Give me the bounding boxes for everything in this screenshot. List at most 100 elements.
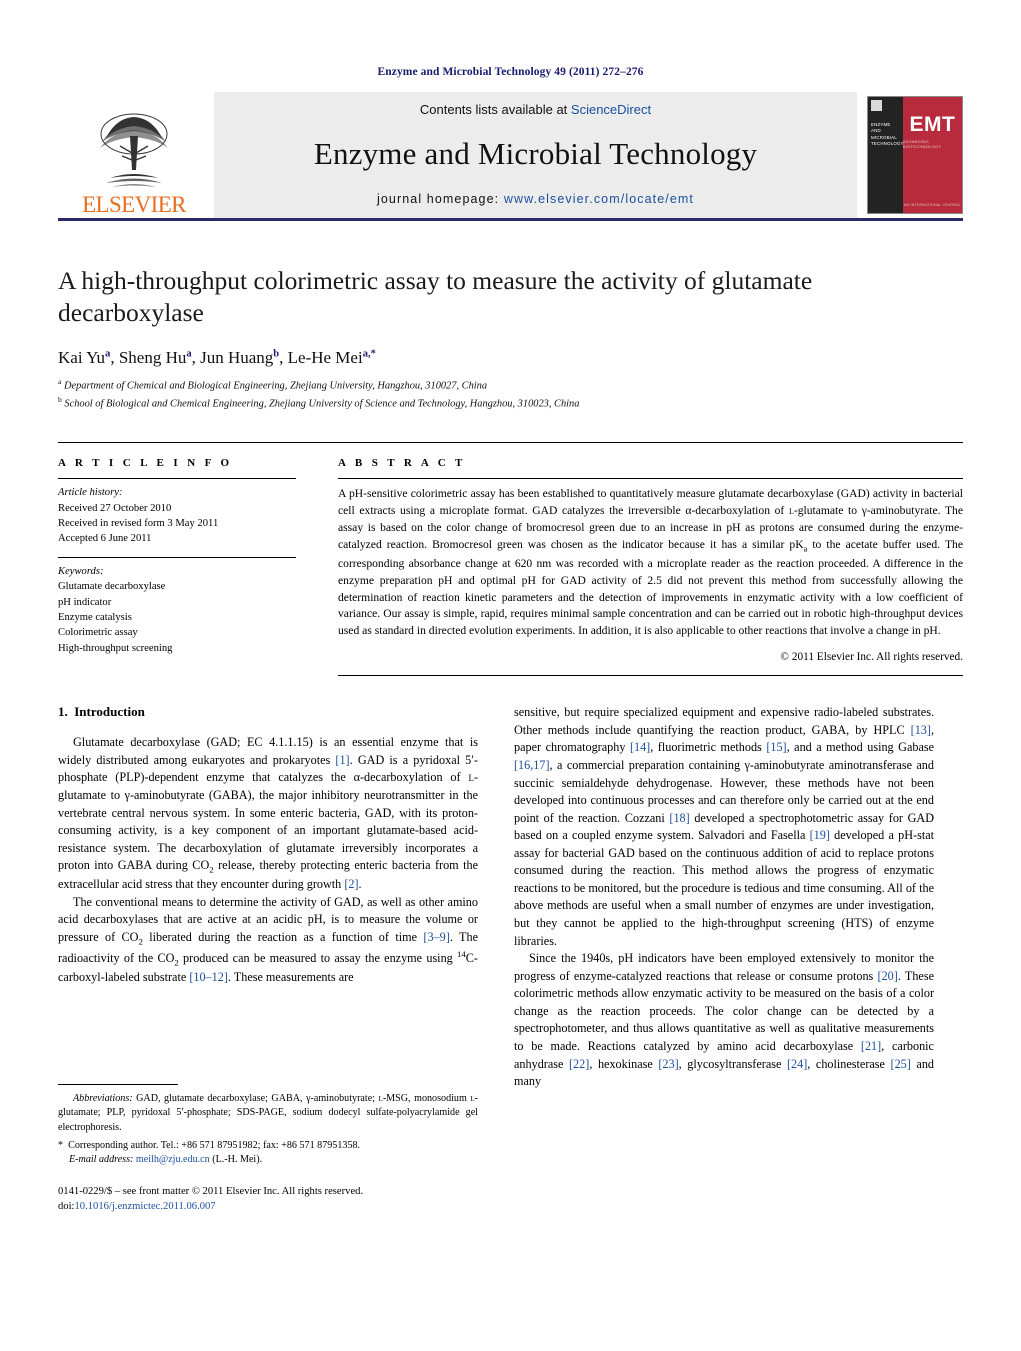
section-title: Introduction: [74, 704, 145, 720]
journal-title: Enzyme and Microbial Technology: [313, 136, 758, 172]
divider: [338, 675, 963, 677]
keyword-item: Colorimetric assay: [58, 627, 138, 639]
author-name: Sheng Hu: [118, 348, 187, 368]
author-list: Kai Yua, Sheng Hua, Jun Huangb, Le-He Me…: [58, 348, 376, 368]
contents-available-line: Contents lists available at ScienceDirec…: [420, 102, 651, 117]
cover-spine-text: ENZYME AND MICROBIAL TECHNOLOGY: [871, 122, 904, 147]
journal-homepage-line: journal homepage: www.elsevier.com/locat…: [377, 192, 694, 206]
keyword-item: pH indicator: [58, 596, 112, 608]
body-column-right: sensitive, but require specialized equip…: [514, 704, 934, 1214]
citation-link[interactable]: [1]: [335, 753, 349, 767]
cover-publisher-mark-icon: [871, 100, 882, 111]
citation-link[interactable]: [13]: [911, 723, 931, 737]
email-owner: (L.-H. Mei).: [212, 1154, 263, 1166]
cover-footer: AN INTERNATIONAL JOURNAL: [903, 203, 961, 207]
contents-label: Contents lists available at: [419, 102, 571, 117]
citation-link[interactable]: [19]: [810, 828, 830, 842]
homepage-label: journal homepage:: [376, 192, 504, 206]
citation-link[interactable]: [25]: [891, 1057, 911, 1071]
citation-link[interactable]: [15]: [766, 740, 786, 754]
affiliation-text: Department of Chemical and Biological En…: [63, 380, 488, 392]
section-heading-introduction: 1. Introduction: [58, 704, 478, 720]
article-info-column: A R T I C L E I N F O Article history: R…: [58, 443, 316, 676]
citation-link[interactable]: [22]: [569, 1057, 589, 1071]
affiliation-mark: b: [58, 395, 62, 405]
article-page: Enzyme and Microbial Technology 49 (2011…: [0, 0, 1021, 1351]
citation-link[interactable]: [23]: [658, 1057, 678, 1071]
elsevier-wordmark: ELSEVIER: [82, 192, 186, 217]
author-affil-mark: a: [105, 348, 111, 360]
corresponding-author-note: * Corresponding author. Tel.: +86 571 87…: [58, 1139, 478, 1153]
doi-label: doi:: [58, 1201, 75, 1213]
paragraph: The conventional means to determine the …: [58, 894, 478, 985]
footnotes: Abbreviations: GAD, glutamate decarboxyl…: [58, 1084, 478, 1214]
history-item: Received 27 October 2010: [58, 502, 172, 514]
doi-link[interactable]: 10.1016/j.enzmictec.2011.06.007: [74, 1201, 215, 1212]
abstract-heading: A B S T R A C T: [338, 457, 466, 470]
abstract-column: A B S T R A C T A pH-sensitive colorimet…: [316, 443, 963, 677]
citation-link[interactable]: [2]: [344, 877, 358, 891]
page-title: A high-throughput colorimetric assay to …: [58, 266, 813, 328]
imprint-line: 0141-0229/$ – see front matter © 2011 El…: [58, 1185, 364, 1197]
corresponding-author-text: Corresponding author. Tel.: +86 571 8795…: [68, 1140, 361, 1152]
journal-masthead: ELSEVIER Contents lists available at Sci…: [58, 92, 963, 221]
article-info-heading: A R T I C L E I N F O: [58, 457, 233, 470]
keyword-item: High-throughput screening: [58, 642, 173, 654]
journal-banner: Contents lists available at ScienceDirec…: [214, 92, 857, 218]
journal-cover-thumbnail: ENZYME AND MICROBIAL TECHNOLOGY EMT ADVA…: [867, 96, 963, 214]
section-number: 1.: [58, 704, 68, 720]
sciencedirect-link[interactable]: ScienceDirect: [571, 102, 651, 117]
author-affil-mark: a: [186, 348, 192, 360]
body-column-left: 1. Introduction Glutamate decarboxylase …: [58, 704, 478, 1214]
citation-link[interactable]: [10–12]: [189, 970, 228, 984]
article-history-label: Article history:: [58, 487, 123, 499]
affiliation-text: School of Biological and Chemical Engine…: [64, 398, 580, 410]
citation-link[interactable]: [20]: [878, 969, 898, 983]
elsevier-tree-icon: [100, 113, 168, 187]
author-name: Le-He Mei: [287, 348, 363, 368]
elsevier-logo: ELSEVIER: [58, 92, 210, 218]
abbreviations-note: Abbreviations: GAD, glutamate decarboxyl…: [58, 1093, 478, 1133]
affiliation-mark: a: [58, 377, 62, 387]
imprint-block: 0141-0229/$ – see front matter © 2011 El…: [58, 1184, 478, 1215]
cover-subtitle: ADVANCING BIOTECHNOLOGY: [902, 139, 942, 149]
abstract-copyright: © 2011 Elsevier Inc. All rights reserved…: [780, 651, 963, 664]
abstract-text: A pH-sensitive colorimetric assay has be…: [338, 487, 963, 638]
title-block: A high-throughput colorimetric assay to …: [58, 265, 963, 412]
cover-front: EMT ADVANCING BIOTECHNOLOGY AN INTERNATI…: [902, 97, 962, 213]
citation-link[interactable]: [14]: [630, 740, 650, 754]
history-item: Accepted 6 June 2011: [58, 533, 152, 545]
keywords-list: Keywords: Glutamate decarboxylase pH ind…: [58, 558, 296, 666]
citation-link[interactable]: [24]: [787, 1057, 807, 1071]
email-note: E-mail address: meilh@zju.edu.cn (L.-H. …: [58, 1153, 478, 1167]
author-affil-mark: a,*: [362, 348, 376, 360]
keyword-item: Enzyme catalysis: [58, 611, 132, 623]
keywords-label: Keywords:: [58, 565, 104, 577]
history-item: Received in revised form 3 May 2011: [58, 518, 219, 530]
citation-link[interactable]: [21]: [861, 1039, 881, 1053]
body-columns: 1. Introduction Glutamate decarboxylase …: [58, 704, 963, 1214]
citation-link[interactable]: [16,17]: [514, 758, 550, 772]
keyword-item: Glutamate decarboxylase: [58, 581, 166, 593]
running-head: Enzyme and Microbial Technology 49 (2011…: [377, 66, 644, 78]
author-name: Jun Huang: [200, 348, 274, 368]
citation-link[interactable]: [18]: [669, 811, 689, 825]
asterisk-icon: *: [58, 1140, 64, 1152]
cover-acronym: EMT: [909, 113, 956, 136]
abbreviations-label: Abbreviations:: [73, 1093, 133, 1105]
email-link[interactable]: meilh@zju.edu.cn: [136, 1154, 210, 1165]
paragraph: Since the 1940s, pH indicators have been…: [514, 951, 935, 1089]
cover-spine: ENZYME AND MICROBIAL TECHNOLOGY: [868, 97, 904, 213]
paragraph: Glutamate decarboxylase (GAD; EC 4.1.1.1…: [58, 735, 479, 892]
homepage-link[interactable]: www.elsevier.com/locate/emt: [504, 192, 694, 206]
affiliation-line: a Department of Chemical and Biological …: [58, 376, 963, 394]
paragraph: sensitive, but require specialized equip…: [514, 705, 935, 948]
footnote-divider: [58, 1084, 178, 1086]
author-affil-mark: b: [273, 348, 280, 360]
article-history: Article history: Received 27 October 201…: [58, 479, 296, 556]
info-abstract-section: A R T I C L E I N F O Article history: R…: [58, 442, 963, 677]
author-name: Kai Yu: [58, 348, 106, 368]
citation-link[interactable]: [3–9]: [423, 930, 449, 944]
email-label: E-mail address:: [69, 1154, 134, 1166]
affiliation-line: b School of Biological and Chemical Engi…: [58, 394, 963, 412]
